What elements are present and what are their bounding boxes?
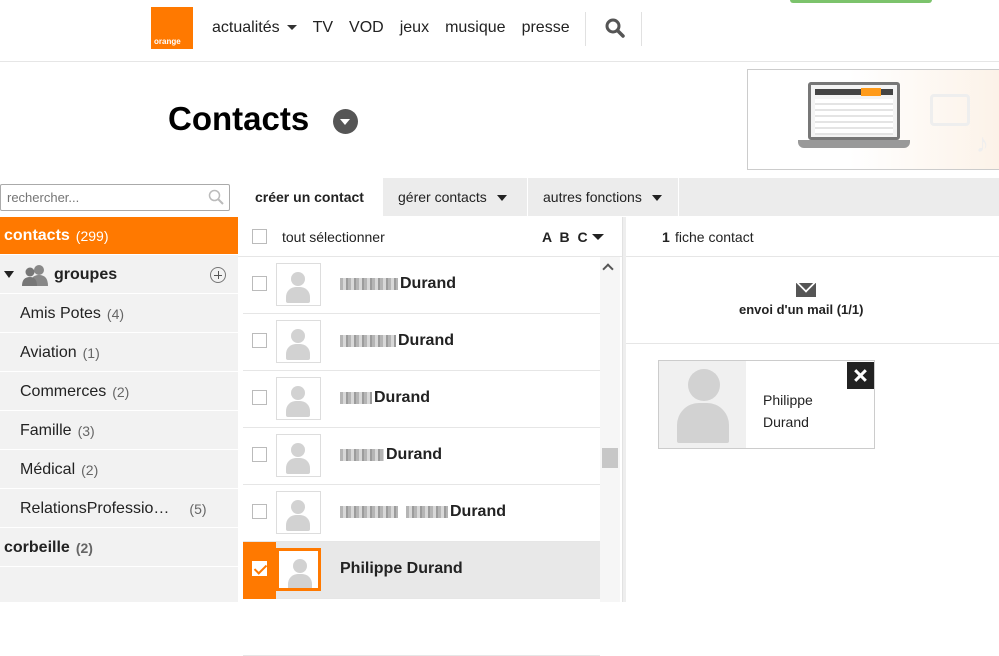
nav-tv[interactable]: TV [313, 19, 333, 37]
sidebar-item-group[interactable]: Commerces (2) [0, 373, 238, 411]
notification-tab[interactable] [790, 0, 932, 3]
sidebar-item-group[interactable]: Amis Potes (4) [0, 295, 238, 333]
list-scrollbar[interactable] [600, 257, 620, 602]
avatar [276, 548, 321, 591]
laptop-image [798, 82, 910, 152]
sort-label[interactable]: A B C [542, 229, 590, 245]
create-contact-button[interactable]: créer un contact [238, 178, 383, 216]
contact-name: Durand [386, 446, 442, 463]
nav-actualites[interactable]: actualités [212, 19, 297, 37]
avatar [276, 434, 321, 477]
close-icon[interactable] [847, 362, 874, 389]
select-all-label[interactable]: tout sélectionner [282, 229, 385, 245]
chevron-down-icon [651, 195, 662, 202]
select-all-checkbox[interactable] [252, 229, 267, 244]
blurred-first-name [340, 278, 398, 290]
search-input[interactable] [1, 185, 196, 210]
search-icon[interactable] [604, 17, 626, 39]
divider [626, 343, 999, 344]
sidebar-item-group[interactable]: Médical (2) [0, 451, 238, 489]
contact-row[interactable] [243, 599, 600, 656]
send-mail-button[interactable]: envoi d'un mail (1/1) [739, 302, 863, 317]
avatar [276, 377, 321, 420]
contact-card: Philippe Durand [658, 360, 875, 449]
chevron-down-icon [496, 195, 507, 202]
nav-divider [641, 12, 642, 46]
manage-contacts-menu[interactable]: gérer contacts [383, 178, 528, 216]
contact-row[interactable]: Philippe Durand [243, 542, 600, 599]
blurred-first-name [340, 335, 396, 347]
contact-row[interactable]: Durand [243, 371, 600, 428]
selection-header: 1 fiche contact [626, 217, 999, 257]
blurred-first-name [340, 392, 372, 404]
card-first-name: Philippe [763, 392, 813, 408]
page-title: Contacts [168, 100, 310, 137]
contact-row[interactable]: Durand [243, 485, 600, 542]
avatar [276, 263, 321, 306]
scroll-up-icon[interactable] [602, 263, 614, 275]
nav-vod[interactable]: VOD [349, 19, 384, 37]
promo-banner[interactable]: ♪ [747, 69, 999, 170]
selection-count: 1 [662, 229, 670, 245]
expand-icon[interactable] [4, 271, 14, 278]
sidebar: contacts (299) groupes Amis Potes (4) Avia… [0, 217, 238, 602]
nav-musique[interactable]: musique [445, 19, 505, 37]
search-icon[interactable] [207, 188, 225, 206]
sort-dropdown-icon[interactable] [592, 234, 604, 240]
sidebar-item-contacts[interactable]: contacts (299) [0, 217, 238, 255]
nav-presse[interactable]: presse [522, 19, 570, 37]
contact-name: Philippe Durand [340, 560, 463, 577]
avatar [659, 361, 746, 448]
picture-icon [930, 94, 970, 126]
top-navbar: orange actualités TV VOD jeux musique pr… [0, 0, 999, 62]
panel-divider [622, 217, 626, 602]
contact-row[interactable]: Durand [243, 257, 600, 314]
nav-jeux[interactable]: jeux [400, 19, 429, 37]
row-checkbox[interactable] [252, 447, 267, 462]
orange-logo[interactable]: orange [151, 7, 193, 49]
contact-row[interactable]: Durand [243, 428, 600, 485]
sidebar-item-group[interactable]: RelationsProfessio… (5) [0, 490, 238, 528]
row-checkbox-checked[interactable] [252, 561, 267, 576]
add-group-icon[interactable] [210, 267, 226, 283]
blurred-first-name [340, 449, 384, 461]
action-toolbar: créer un contact gérer contacts autres f… [238, 178, 999, 216]
blurred-middle-name [406, 506, 448, 518]
avatar [276, 491, 321, 534]
mail-icon[interactable] [796, 283, 816, 297]
main-nav: actualités TV VOD jeux musique presse [212, 19, 570, 37]
sidebar-item-groupes[interactable]: groupes [0, 256, 238, 294]
blurred-first-name [340, 506, 398, 518]
card-last-name: Durand [763, 414, 809, 430]
row-select-area[interactable] [243, 542, 276, 599]
sidebar-item-group[interactable]: Aviation (1) [0, 334, 238, 372]
avatar [276, 320, 321, 363]
row-checkbox[interactable] [252, 333, 267, 348]
contact-name: Durand [374, 389, 430, 406]
contact-name: Durand [398, 332, 454, 349]
sidebar-item-trash[interactable]: corbeille (2) [0, 529, 238, 567]
other-functions-menu[interactable]: autres fonctions [528, 178, 679, 216]
selection-label: fiche contact [675, 229, 754, 245]
title-dropdown-icon[interactable] [333, 109, 358, 134]
contact-name: Durand [450, 503, 506, 520]
group-icon [22, 264, 48, 286]
sidebar-item-group[interactable]: Famille (3) [0, 412, 238, 450]
contact-row[interactable]: Durand [243, 314, 600, 371]
scroll-thumb[interactable] [602, 448, 618, 468]
row-checkbox[interactable] [252, 504, 267, 519]
row-checkbox[interactable] [252, 276, 267, 291]
chevron-down-icon [286, 25, 297, 31]
row-checkbox[interactable] [252, 390, 267, 405]
contact-search [0, 184, 230, 211]
list-header: tout sélectionner A B C [238, 217, 622, 257]
music-note-icon: ♪ [976, 128, 989, 158]
nav-divider [585, 12, 586, 46]
contact-name: Durand [400, 275, 456, 292]
